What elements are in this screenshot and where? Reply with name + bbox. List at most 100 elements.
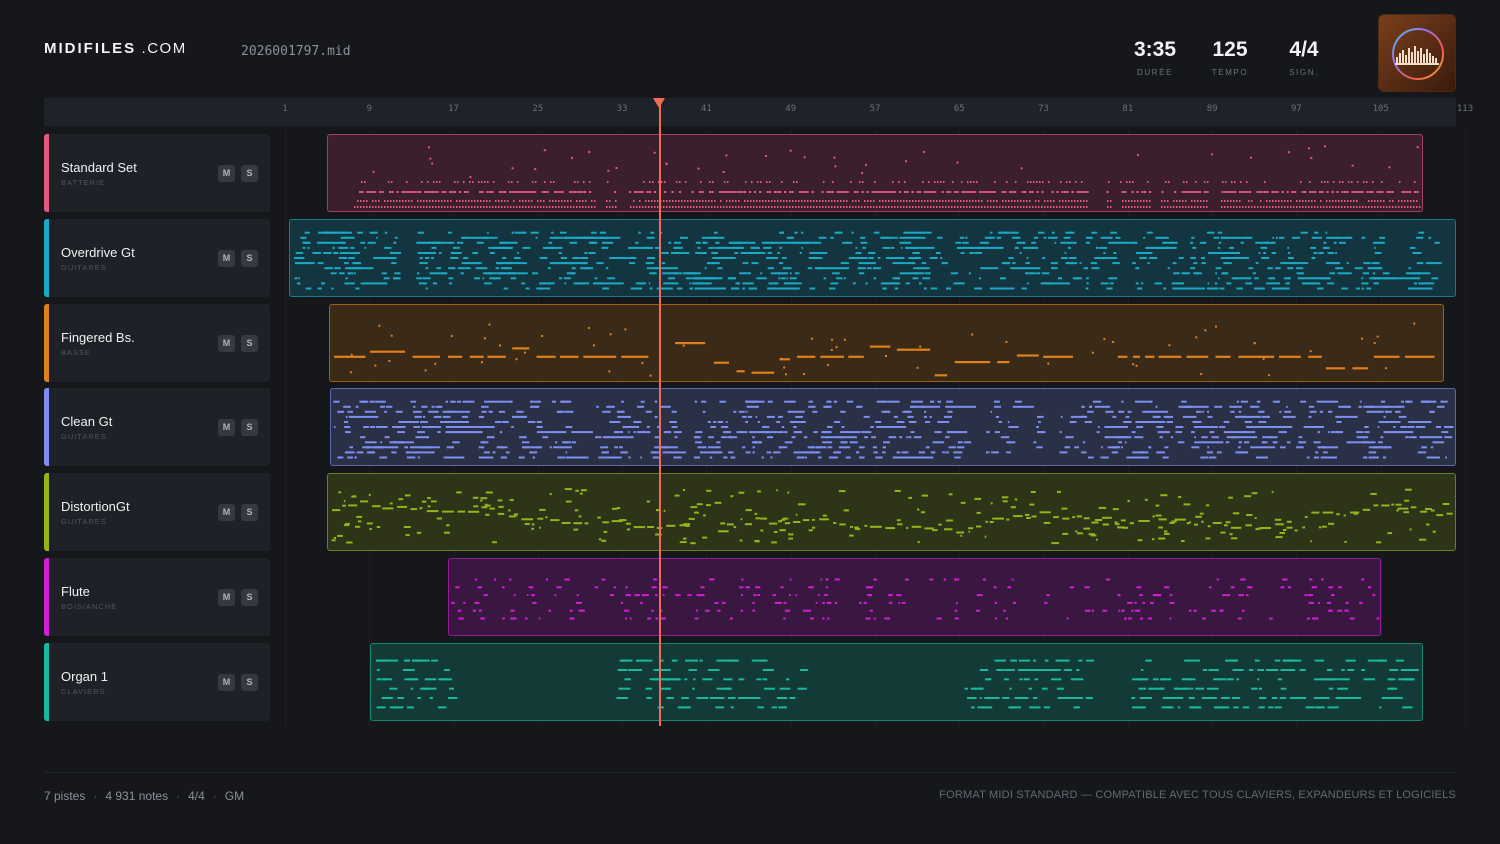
midi-note [1128, 617, 1133, 620]
midi-note [1308, 601, 1315, 604]
midi-note [902, 601, 906, 604]
midi-note [793, 451, 800, 454]
playhead[interactable] [659, 100, 661, 726]
midi-note [662, 451, 687, 454]
mute-button[interactable]: M [218, 334, 235, 352]
midi-note [499, 344, 502, 347]
midi-note [606, 206, 608, 208]
midi-note [940, 181, 942, 183]
midi-note [1336, 191, 1339, 193]
track-header[interactable]: Clean Gt GUITARES M S [44, 388, 270, 467]
midi-note [836, 191, 839, 193]
midi-region[interactable] [448, 558, 1381, 636]
mute-button[interactable]: M [218, 504, 235, 522]
midi-note [1377, 206, 1379, 208]
midi-note [1020, 200, 1022, 202]
midi-note [1258, 421, 1267, 424]
mute-button[interactable]: M [218, 419, 235, 437]
midi-note [1206, 200, 1208, 202]
midi-note [912, 200, 914, 202]
midi-note [1168, 343, 1171, 346]
site-logo[interactable]: MIDIFILES .COM [44, 40, 187, 57]
midi-note [591, 206, 593, 208]
midi-note [524, 351, 527, 354]
midi-note [1387, 678, 1396, 681]
midi-note [1318, 526, 1322, 529]
midi-note [1011, 231, 1019, 234]
timeline-ruler[interactable]: 1 9 17 25 33 41 49 57 65 73 81 89 97 105 113 [44, 98, 1473, 126]
midi-note [1359, 191, 1362, 193]
midi-note [714, 361, 730, 364]
midi-note [827, 363, 830, 366]
midi-note [586, 266, 594, 269]
mute-button[interactable]: M [218, 165, 235, 182]
midi-note [565, 411, 574, 414]
track-header[interactable]: DistortionGt GUITARES M S [44, 473, 270, 552]
midi-note [1422, 446, 1428, 449]
midi-region[interactable] [327, 134, 1423, 212]
solo-button[interactable]: S [241, 589, 258, 606]
midi-note [963, 200, 965, 202]
track-header[interactable]: Fingered Bs. BASSE M S [44, 303, 270, 382]
midi-note [483, 206, 485, 208]
midi-note [688, 668, 698, 671]
track-header[interactable]: Flute BOIS/ANCHE M S [44, 558, 270, 636]
midi-note [543, 200, 545, 202]
midi-note [1409, 528, 1412, 531]
midi-note [1112, 340, 1115, 343]
solo-button[interactable]: S [241, 249, 258, 267]
midi-note [1291, 191, 1294, 193]
midi-note [996, 246, 1004, 249]
midi-note [1051, 191, 1054, 193]
midi-note [1376, 191, 1379, 193]
solo-button[interactable]: S [241, 504, 258, 522]
track-header[interactable]: Standard Set BATTERIE M S [44, 134, 270, 212]
playhead-handle[interactable] [653, 98, 666, 108]
midi-note [1237, 451, 1245, 454]
solo-button[interactable]: S [241, 673, 258, 691]
midi-note [830, 236, 835, 239]
midi-region[interactable] [330, 388, 1456, 467]
midi-note [355, 406, 359, 409]
midi-note [499, 272, 529, 275]
midi-note [1141, 668, 1144, 671]
midi-note [746, 406, 760, 409]
track-header[interactable]: Organ 1 CLAVIERS M S [44, 642, 270, 721]
midi-note [835, 578, 841, 581]
midi-note [699, 251, 707, 254]
note-canvas [334, 322, 1435, 377]
midi-note [475, 578, 478, 581]
midi-note [1084, 421, 1093, 424]
midi-note [1091, 261, 1097, 264]
midi-note [1176, 200, 1178, 202]
midi-note [946, 451, 950, 454]
midi-note [1110, 206, 1112, 208]
mute-button[interactable]: M [218, 673, 235, 691]
midi-note [785, 372, 788, 375]
midi-region[interactable] [327, 473, 1456, 552]
midi-region[interactable] [370, 642, 1423, 721]
midi-note [1300, 401, 1307, 404]
solo-button[interactable]: S [241, 165, 258, 182]
midi-note [919, 191, 922, 193]
mute-button[interactable]: M [218, 249, 235, 267]
midi-region[interactable] [329, 303, 1444, 382]
midi-note [1391, 421, 1394, 424]
midi-region[interactable] [289, 218, 1456, 297]
track-header[interactable]: Overdrive Gt GUITARES M S [44, 218, 270, 297]
midi-note [1166, 421, 1172, 424]
midi-note [767, 416, 776, 419]
solo-button[interactable]: S [241, 419, 258, 437]
solo-button[interactable]: S [241, 334, 258, 352]
midi-note [1056, 191, 1059, 193]
midi-note [1215, 272, 1218, 275]
midi-note [1290, 206, 1292, 208]
midi-note [839, 446, 846, 449]
midi-note [510, 617, 513, 620]
midi-note [1207, 446, 1210, 449]
midi-note [608, 369, 611, 372]
midi-note [797, 355, 816, 358]
mute-button[interactable]: M [218, 589, 235, 606]
midi-note [1304, 594, 1308, 597]
midi-note [1138, 520, 1150, 523]
